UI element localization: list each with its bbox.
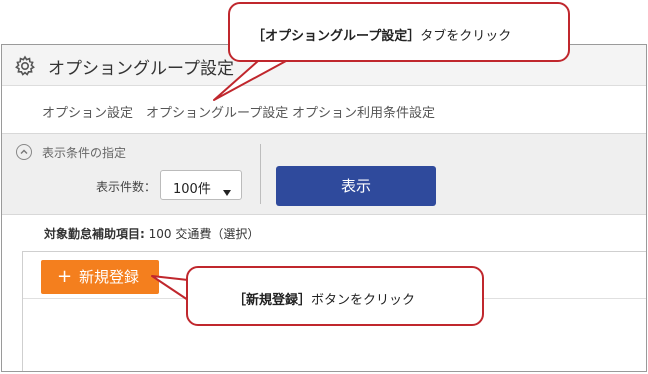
new-registration-label: 新規登録 [79, 268, 140, 286]
filter-panel: 表示条件の指定 表示件数： 100件 表示 [2, 134, 646, 215]
chevron-up-icon[interactable] [16, 144, 32, 160]
caret-down-icon [222, 182, 232, 201]
callout-button-text: ［新規登録］ボタンをクリック [233, 289, 415, 308]
callout-tab-rest: タブをクリック [420, 29, 512, 44]
count-label: 表示件数： [96, 180, 157, 194]
tab-option-group-settings[interactable]: オプショングループ設定 [146, 102, 288, 121]
callout-tab-bold: ［オプショングループ設定］ [252, 29, 421, 44]
target-label: 対象勤怠補助項目: [44, 227, 145, 241]
show-button[interactable]: 表示 [276, 166, 436, 206]
plus-icon: + [57, 266, 73, 287]
callout-button-bold: ［新規登録］ [233, 293, 312, 308]
window-title: オプショングループ設定 [48, 59, 234, 79]
callout-button: ［新規登録］ボタンをクリック [186, 266, 484, 326]
tab-bar: オプション設定 オプショングループ設定 オプション利用条件設定 [2, 86, 646, 134]
callout-tab: ［オプショングループ設定］タブをクリック [228, 2, 570, 62]
tab-option-settings[interactable]: オプション設定 [42, 102, 133, 121]
filter-title[interactable]: 表示条件の指定 [42, 144, 126, 161]
callout-tab-text: ［オプショングループ設定］タブをクリック [252, 25, 511, 44]
gear-icon [14, 55, 36, 77]
count-select[interactable]: 100件 [160, 170, 242, 200]
count-select-value: 100件 [173, 182, 211, 197]
divider [260, 144, 261, 204]
callout-button-rest: ボタンをクリック [311, 293, 416, 308]
tab-option-usage-settings[interactable]: オプション利用条件設定 [292, 102, 435, 121]
new-registration-button[interactable]: + 新規登録 [41, 260, 159, 294]
target-value: 100 交通費（選択） [148, 227, 260, 241]
target-item: 対象勤怠補助項目: 100 交通費（選択） [44, 225, 259, 242]
